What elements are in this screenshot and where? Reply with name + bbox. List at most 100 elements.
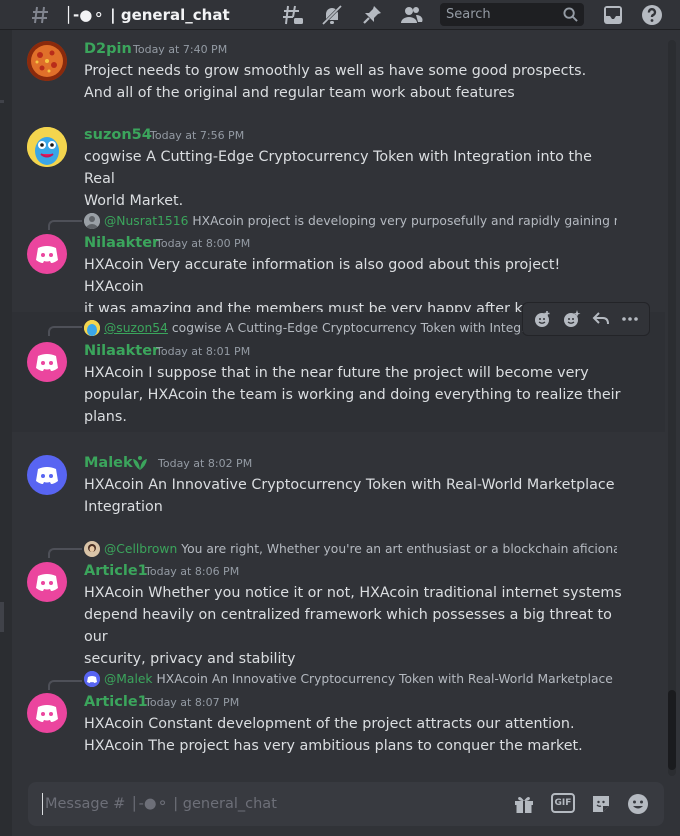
username[interactable]: Article1 xyxy=(84,562,148,580)
scrollbar-thumb[interactable] xyxy=(668,690,676,770)
reply-snippet: HXAcoin project is developing very purpo… xyxy=(192,214,617,228)
search-bar[interactable] xyxy=(440,3,584,26)
message-composer[interactable]: GIF xyxy=(28,782,664,826)
reply-connector xyxy=(48,548,82,558)
message-line: Integration xyxy=(84,499,163,515)
timestamp: Today at 8:00 PM xyxy=(156,237,251,250)
reply-arrow-icon xyxy=(592,312,609,325)
username[interactable]: Malek xyxy=(84,454,133,472)
search-input[interactable] xyxy=(440,7,550,22)
help-icon[interactable] xyxy=(640,3,664,27)
reply-snippet: You are right, Whether you're an art ent… xyxy=(181,542,617,556)
reply-mention[interactable]: @Cellbrown xyxy=(104,542,177,556)
message-content: HXAcoin Whether you notice it or not, HX… xyxy=(84,582,624,670)
reply-avatar[interactable] xyxy=(84,671,100,687)
discord-logo-icon xyxy=(36,354,58,371)
channel-header: │-●⚬ | general_chat xyxy=(0,0,680,30)
search-icon xyxy=(563,7,578,22)
mute-bell-icon[interactable] xyxy=(320,3,344,27)
message-line: cogwise A Cutting-Edge Cryptocurrency To… xyxy=(84,149,592,187)
left-edge-strip xyxy=(0,30,12,836)
message-line: security, privacy and stability xyxy=(84,651,296,667)
reply-preview[interactable]: @suzon54 cogwise A Cutting-Edge Cryptocur… xyxy=(104,320,534,336)
message-line: HXAcoin An Innovative Cryptocurrency Tok… xyxy=(84,477,615,493)
message-input[interactable] xyxy=(42,793,482,815)
reply-avatar[interactable] xyxy=(84,320,100,336)
super-reaction-button[interactable] xyxy=(559,307,583,331)
discord-avatar[interactable] xyxy=(27,562,67,602)
sticker-icon[interactable] xyxy=(589,792,613,816)
message-line: plans. xyxy=(84,409,127,425)
scrollbar-track[interactable] xyxy=(668,40,676,776)
discord-avatar[interactable] xyxy=(27,234,67,274)
leaf-badge-icon[interactable] xyxy=(130,454,150,472)
message-line: HXAcoin Constant development of the proj… xyxy=(84,716,575,732)
username[interactable]: D2pin xyxy=(84,40,132,58)
message-line: HXAcoin Whether you notice it or not, HX… xyxy=(84,585,622,601)
pizza-avatar[interactable] xyxy=(27,41,67,81)
blue-creature-avatar[interactable] xyxy=(27,127,67,167)
discord-avatar[interactable] xyxy=(27,693,67,733)
reply-button[interactable] xyxy=(589,307,613,331)
timestamp: Today at 7:56 PM xyxy=(150,129,245,142)
username[interactable]: Article1 xyxy=(84,693,148,711)
reply-snippet: HXAcoin An Innovative Cryptocurrency Tok… xyxy=(156,672,617,686)
edge-marker xyxy=(0,602,4,632)
message-line: Project needs to grow smoothly as well a… xyxy=(84,63,587,79)
message-item[interactable]: @Cellbrown You are right, Whether you're … xyxy=(12,538,665,667)
timestamp: Today at 8:01 PM xyxy=(156,345,251,358)
creature-icon xyxy=(27,127,67,167)
message-line: HXAcoin The project has very ambitious p… xyxy=(84,738,583,754)
reply-snippet: cogwise A Cutting-Edge Cryptocurrency To… xyxy=(171,321,534,335)
message-item[interactable]: @Nusrat1516 HXAcoin project is developing… xyxy=(12,208,665,339)
discord-avatar[interactable] xyxy=(27,455,67,495)
pizza-icon xyxy=(27,41,67,81)
reply-preview[interactable]: @Nusrat1516 HXAcoin project is developing… xyxy=(104,213,617,229)
reply-mention[interactable]: @suzon54 xyxy=(104,321,168,335)
reply-mention[interactable]: @Nusrat1516 xyxy=(104,214,188,228)
discord-avatar[interactable] xyxy=(27,342,67,382)
pinned-messages-icon[interactable] xyxy=(360,3,384,27)
timestamp: Today at 8:06 PM xyxy=(145,565,240,578)
threads-icon[interactable] xyxy=(281,3,305,27)
message-item[interactable]: suzon54 Today at 7:56 PM cogwise A Cutti… xyxy=(12,124,665,209)
discord-logo-icon xyxy=(36,705,58,722)
message-item[interactable]: D2pin Today at 7:40 PM Project needs to … xyxy=(12,38,665,106)
message-content: HXAcoin An Innovative Cryptocurrency Tok… xyxy=(84,474,624,518)
message-list[interactable]: D2pin Today at 7:40 PM Project needs to … xyxy=(12,30,665,780)
message-hover-toolbar xyxy=(522,302,650,336)
creature-icon xyxy=(84,320,100,336)
username[interactable]: Nilaakter xyxy=(84,234,159,252)
add-reaction-icon xyxy=(534,311,550,327)
message-line: popular, HXAcoin the team is working and… xyxy=(84,387,621,403)
username[interactable]: suzon54 xyxy=(84,126,152,144)
reply-connector xyxy=(48,220,82,230)
inbox-icon[interactable] xyxy=(601,3,625,27)
discord-logo-icon xyxy=(36,467,58,484)
gift-icon[interactable] xyxy=(512,792,536,816)
user-photo-icon xyxy=(84,541,100,557)
message-item[interactable]: @Malek HXAcoin An Innovative Cryptocurren… xyxy=(12,670,665,764)
reply-avatar[interactable] xyxy=(84,213,100,229)
reply-preview[interactable]: @Cellbrown You are right, Whether you're … xyxy=(104,541,617,557)
reply-preview[interactable]: @Malek HXAcoin An Innovative Cryptocurren… xyxy=(104,671,617,687)
gif-button[interactable]: GIF xyxy=(551,793,575,813)
reply-avatar[interactable] xyxy=(84,541,100,557)
message-content: Project needs to grow smoothly as well a… xyxy=(84,60,624,104)
discord-logo-icon xyxy=(36,246,58,263)
discord-logo-icon xyxy=(84,671,100,687)
more-options-button[interactable] xyxy=(618,307,642,331)
user-photo-icon xyxy=(84,213,100,229)
message-line: And all of the original and regular team… xyxy=(84,85,515,101)
message-line: HXAcoin Very accurate information is als… xyxy=(84,257,561,295)
message-line: depend heavily on centralized framework … xyxy=(84,607,612,645)
emoji-icon[interactable] xyxy=(626,792,650,816)
message-content: HXAcoin Constant development of the proj… xyxy=(84,713,624,757)
add-reaction-button[interactable] xyxy=(530,307,554,331)
username[interactable]: Nilaakter xyxy=(84,342,159,360)
edge-marker xyxy=(0,100,4,103)
message-item[interactable]: Malek Today at 8:02 PM HXAcoin An Innova… xyxy=(12,452,665,520)
reply-mention[interactable]: @Malek xyxy=(104,672,153,686)
message-content: cogwise A Cutting-Edge Cryptocurrency To… xyxy=(84,146,624,212)
member-list-icon[interactable] xyxy=(399,3,423,27)
